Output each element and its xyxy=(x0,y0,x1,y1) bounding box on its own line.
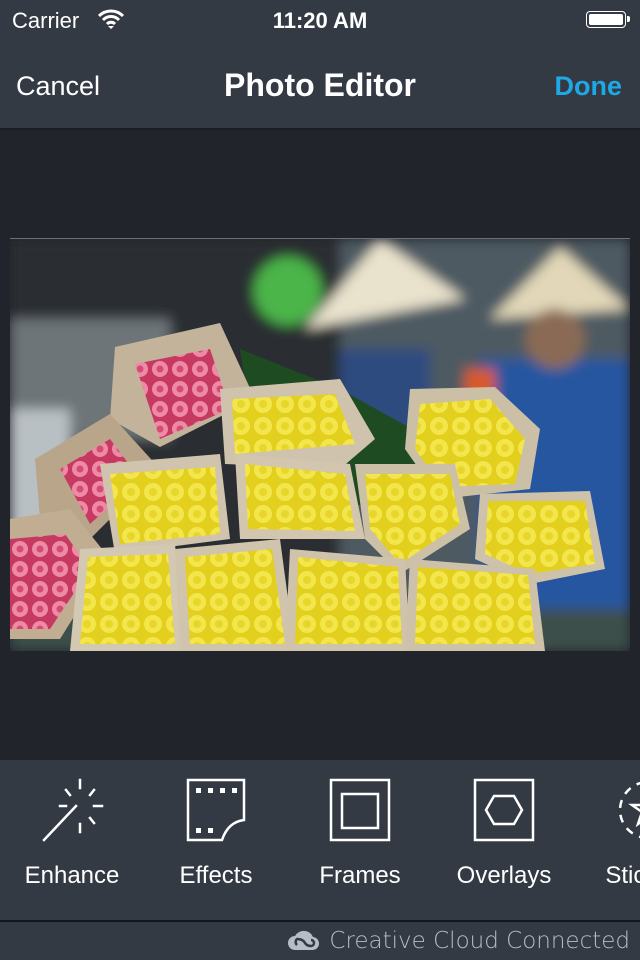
film-effects-icon xyxy=(186,778,246,842)
navigation-bar: Cancel Photo Editor Done xyxy=(0,40,640,130)
done-button[interactable]: Done xyxy=(555,71,623,102)
clock: 11:20 AM xyxy=(272,8,368,33)
tool-stickers[interactable]: Stickers xyxy=(576,778,640,890)
photo-image[interactable] xyxy=(10,238,630,651)
editor-canvas xyxy=(0,130,640,760)
photo-illustration xyxy=(10,239,630,651)
sticker-star-icon xyxy=(618,781,640,839)
frame-icon xyxy=(329,778,391,842)
tool-enhance[interactable]: Enhance xyxy=(0,778,144,890)
footer-bar: Creative Cloud Connected xyxy=(0,922,640,960)
battery-fill xyxy=(589,14,623,25)
tool-frames[interactable]: Frames xyxy=(288,778,432,890)
cancel-button[interactable]: Cancel xyxy=(16,71,100,102)
tool-bar: Enhance Effects Frames Overlays Sti xyxy=(0,760,640,922)
carrier-label: Carrier xyxy=(12,8,80,33)
battery-icon xyxy=(586,11,630,28)
hexagon-overlay-icon xyxy=(473,778,535,842)
creative-cloud-label: Creative Cloud Connected xyxy=(329,928,630,954)
wifi-icon xyxy=(98,9,124,29)
status-bar: Carrier 11:20 AM xyxy=(0,0,640,40)
tool-label: Effects xyxy=(179,862,253,889)
tool-overlays[interactable]: Overlays xyxy=(432,778,576,890)
tool-label: Frames xyxy=(319,862,401,889)
tool-label: Stickers xyxy=(605,862,640,889)
creative-cloud-icon xyxy=(288,930,320,951)
tool-label: Enhance xyxy=(24,862,120,889)
battery-nub xyxy=(627,16,630,22)
creative-cloud-status: Creative Cloud Connected xyxy=(287,928,630,954)
tool-label: Overlays xyxy=(456,862,552,889)
tool-effects[interactable]: Effects xyxy=(144,778,288,890)
magic-wand-icon xyxy=(42,778,104,842)
